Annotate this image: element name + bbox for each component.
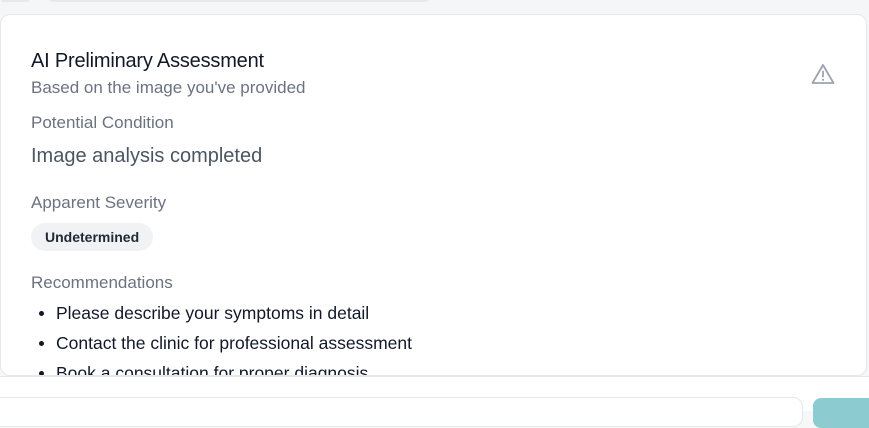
send-button[interactable] — [813, 398, 869, 428]
top-strip — [0, 0, 869, 15]
assessment-card: AI Preliminary Assessment Based on the i… — [0, 14, 867, 376]
severity-badge: Undetermined — [31, 223, 154, 251]
chat-composer-area — [0, 376, 869, 428]
recommendations-label: Recommendations — [31, 273, 173, 292]
assessment-title: AI Preliminary Assessment — [31, 50, 264, 72]
recommendations-list: Please describe your symptoms in detail … — [31, 301, 412, 375]
chat-input[interactable] — [0, 397, 803, 427]
condition-value: Image analysis completed — [31, 145, 263, 167]
top-left-control-fragment — [0, 0, 30, 2]
severity-label: Apparent Severity — [31, 193, 167, 212]
condition-label: Potential Condition — [31, 113, 174, 132]
list-item: Book a consultation for proper diagnosis — [31, 361, 412, 375]
warning-triangle-icon — [811, 64, 835, 84]
top-bar-fragment — [48, 0, 430, 2]
assessment-subtitle: Based on the image you've provided — [31, 78, 306, 97]
list-item: Please describe your symptoms in detail — [31, 301, 412, 331]
list-item: Contact the clinic for professional asse… — [31, 331, 412, 361]
